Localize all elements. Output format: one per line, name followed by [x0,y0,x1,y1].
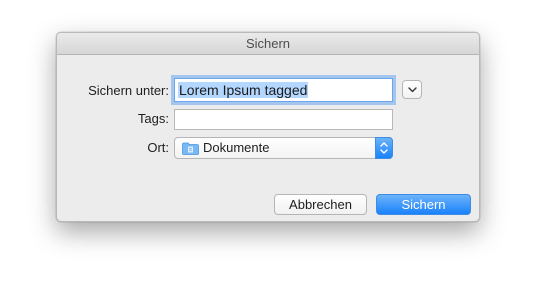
save-dialog: Sichern Sichern unter: Lorem Ipsum tagge… [56,32,480,222]
save-as-label: Sichern unter: [88,83,169,98]
location-popup[interactable]: Dokumente [174,137,393,159]
tags-input[interactable] [174,109,393,130]
tags-label: Tags: [137,111,169,126]
up-down-stepper-icon [375,137,393,159]
folder-icon [182,142,199,155]
save-as-value: Lorem Ipsum tagged [178,82,309,98]
dialog-title: Sichern [57,33,479,55]
save-button[interactable]: Sichern [376,194,471,215]
location-label: Ort: [147,140,169,155]
cancel-button[interactable]: Abbrechen [274,194,367,215]
location-value: Dokumente [203,140,270,155]
expand-dialog-button[interactable] [402,80,422,99]
save-as-input[interactable]: Lorem Ipsum tagged [174,78,393,102]
chevron-down-icon [407,86,417,92]
screen-background: Sichern Sichern unter: Lorem Ipsum tagge… [0,0,536,304]
